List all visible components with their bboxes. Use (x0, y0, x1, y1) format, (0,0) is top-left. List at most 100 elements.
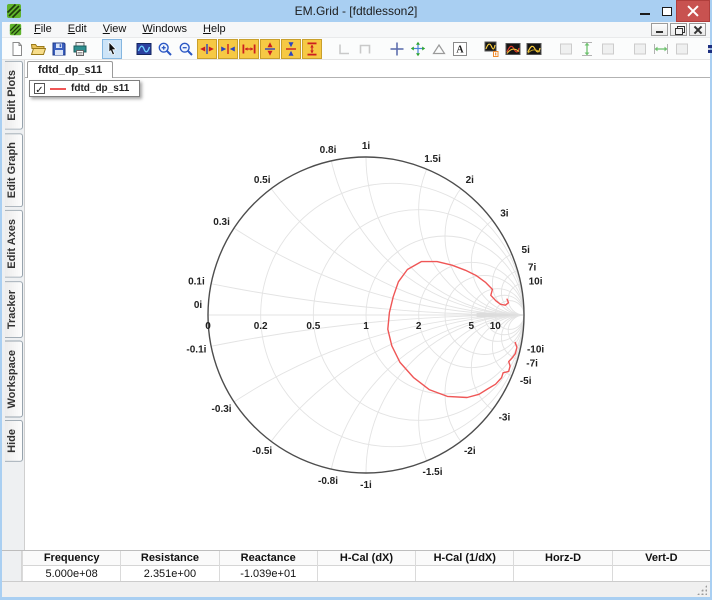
title-bar[interactable]: EM.Grid - [fdtdlesson2] (0, 0, 712, 22)
tracker-col-reactance: Reactance -1.039e+01 (218, 551, 317, 582)
tracker-bar: Frequency 5.000e+08 Resistance 2.351e+00 Rea… (2, 550, 710, 582)
mdi-close-icon (694, 26, 702, 34)
content-panel: fdtd_dp_s11 fdtd_dp_s11 0.1i -0.1i 0.3i -0.… (24, 60, 710, 550)
sidebar-tab-edit-plots[interactable]: Edit Plots (5, 61, 23, 130)
panel-bottom-button[interactable] (672, 39, 692, 59)
menu-edit[interactable]: Edit (60, 22, 95, 37)
panel-right-button[interactable] (598, 39, 618, 59)
text-label-button[interactable]: A (450, 39, 470, 59)
zoom-out-button[interactable] (176, 39, 196, 59)
legend-checkbox[interactable] (34, 83, 45, 94)
minimize-icon (640, 13, 650, 15)
fit-horizontal-button[interactable] (239, 38, 259, 59)
sidebar-tab-workspace[interactable]: Workspace (5, 340, 23, 418)
tab-label: fdtd_dp_s11 (38, 64, 103, 76)
sidebar-tab-edit-graph[interactable]: Edit Graph (5, 132, 23, 207)
menu-windows[interactable]: Windows (134, 22, 195, 37)
tracker-value (416, 566, 514, 581)
maximize-icon (661, 6, 672, 16)
tracker-header: Horz-D (514, 551, 612, 566)
plot-style-red-button[interactable] (503, 39, 523, 59)
plot-style-yellow-button[interactable] (524, 39, 544, 59)
smith-tick-label: 1i (362, 141, 371, 152)
distribute-horizontal-button[interactable] (651, 39, 671, 59)
expand-horizontal-button[interactable] (197, 38, 217, 59)
insert-plot-button[interactable] (482, 39, 502, 59)
smith-tick-label: 10 (490, 321, 502, 332)
maximize-button[interactable] (657, 0, 676, 22)
corner-annotation-icon (336, 41, 352, 57)
bottom-strip (2, 581, 710, 597)
mdi-window-buttons (651, 23, 710, 36)
select-cursor-icon (104, 40, 120, 57)
tab-fdtd-dp-s11[interactable]: fdtd_dp_s11 (27, 61, 114, 78)
sidebar-tab-hide[interactable]: Hide (5, 420, 23, 463)
new-document-button[interactable] (7, 39, 27, 59)
fit-vertical-button[interactable] (302, 38, 322, 59)
zoom-fit-button[interactable] (134, 39, 154, 59)
triangle-marker-button[interactable] (429, 39, 449, 59)
save-icon (51, 41, 67, 57)
smith-tick-label: 1 (363, 321, 369, 332)
shrink-horizontal-button[interactable] (218, 38, 238, 59)
tracker-value: 5.000e+08 (23, 566, 121, 582)
panel-bottom-icon (674, 41, 690, 57)
menu-help[interactable]: Help (195, 22, 234, 37)
expand-vertical-button[interactable] (260, 38, 280, 59)
mdi-minimize-button[interactable] (651, 23, 668, 36)
open-file-button[interactable] (28, 39, 48, 59)
mdi-restore-button[interactable] (670, 23, 687, 36)
save-button[interactable] (49, 39, 69, 59)
tracker-value (514, 566, 612, 581)
shrink-vertical-button[interactable] (281, 38, 301, 59)
checkmark-icon (35, 80, 43, 98)
panel-top-icon (632, 41, 648, 57)
mdi-close-button[interactable] (689, 23, 706, 36)
minimize-button[interactable] (633, 0, 657, 22)
smith-tick-label: -1.5i (423, 467, 443, 478)
corner-annotation-button[interactable] (334, 39, 354, 59)
resize-grip[interactable] (697, 585, 707, 595)
tracker-col-horz-d: Horz-D (513, 551, 612, 581)
print-button[interactable] (70, 39, 90, 59)
panel-right-icon (600, 41, 616, 57)
smith-tick-label: 7i (528, 263, 537, 274)
sidebar-tab-edit-axes[interactable]: Edit Axes (5, 209, 23, 278)
smith-tick-label: 0i (194, 300, 203, 311)
document-logo-icon (9, 23, 22, 36)
panel-top-button[interactable] (630, 39, 650, 59)
smith-tick-label: -10i (527, 344, 544, 355)
axes-button[interactable] (408, 39, 428, 59)
crosshair-button[interactable] (387, 39, 407, 59)
layout-button[interactable]: Layout (707, 41, 712, 57)
sidebar-tab-tracker[interactable]: Tracker (5, 280, 23, 338)
smith-tick-label: -2i (464, 446, 476, 457)
close-button[interactable] (676, 0, 710, 22)
menu-view[interactable]: View (95, 22, 135, 37)
menu-file[interactable]: File (26, 22, 60, 37)
zoom-out-icon (178, 41, 194, 57)
panel-left-button[interactable] (556, 39, 576, 59)
zoom-in-icon (157, 41, 173, 57)
zoom-fit-icon (136, 41, 152, 57)
tracker-col-frequency: Frequency 5.000e+08 (22, 551, 121, 582)
smith-tick-label: 0.2 (254, 321, 268, 332)
plot-style-red-icon (505, 41, 521, 57)
tracker-col-h-cal-1-dx-: H-Cal (1/dX) (415, 551, 514, 581)
tracker-col-h-cal-dx-: H-Cal (dX) (316, 551, 416, 581)
fit-vertical-icon (304, 41, 320, 57)
triangle-marker-icon (431, 41, 447, 57)
document-tab-strip: fdtd_dp_s11 (25, 60, 710, 78)
box-annotation-button[interactable] (355, 39, 375, 59)
smith-chart[interactable]: 0.1i -0.1i 0.3i -0.3i 0.5i -0.5i 0.8i -0.8i 1i -1… (25, 78, 709, 550)
zoom-in-button[interactable] (155, 39, 175, 59)
distribute-vertical-button[interactable] (577, 39, 597, 59)
smith-tick-label: 0 (205, 321, 211, 332)
smith-tick-label: -0.3i (212, 404, 232, 415)
select-cursor-button[interactable] (102, 38, 122, 59)
smith-tick-label: 0.8i (320, 145, 337, 156)
plot-style-yellow-icon (526, 41, 542, 57)
plot-area[interactable]: fdtd_dp_s11 0.1i-0.1i0.3i-0.3i0.5i-0.5i0… (25, 78, 710, 550)
shrink-horizontal-icon (220, 41, 236, 57)
distribute-horizontal-icon (653, 41, 669, 57)
